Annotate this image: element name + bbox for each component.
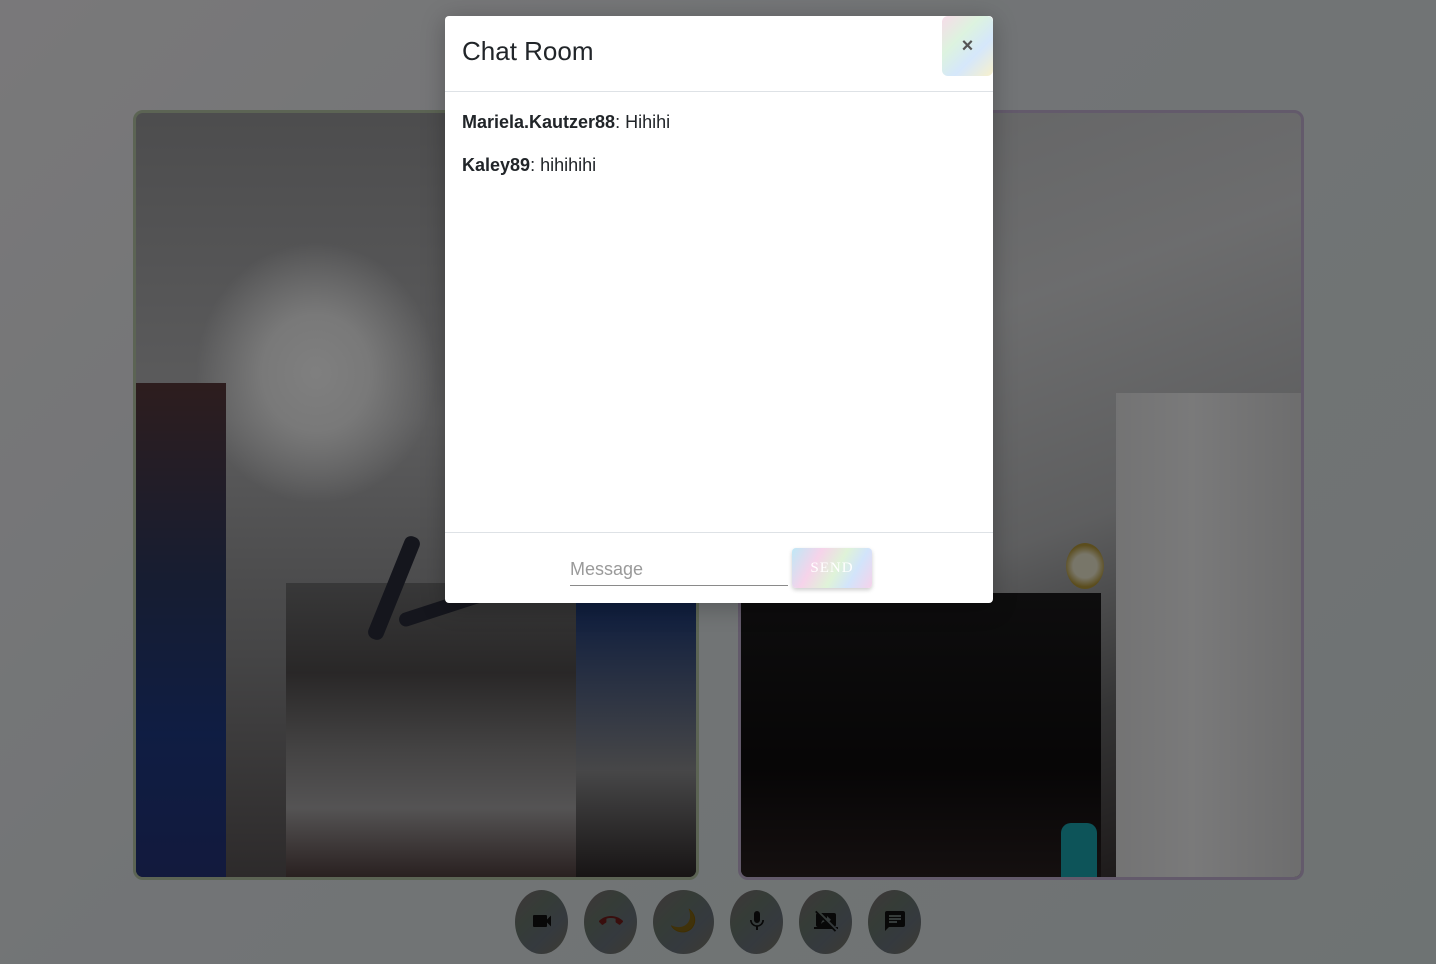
message-text: Hihihi xyxy=(625,112,671,132)
chat-message: Mariela.Kautzer88: Hihihi xyxy=(462,112,671,132)
modal-footer: SEND xyxy=(445,532,993,603)
send-button[interactable]: SEND xyxy=(792,548,872,588)
chat-room-modal: Chat Room × Mariela.Kautzer88: Hihihi Ka… xyxy=(445,16,993,603)
message-author: Mariela.Kautzer88 xyxy=(462,112,616,132)
message-author: Kaley89 xyxy=(462,155,531,175)
message-text: hihihihi xyxy=(540,155,597,175)
close-icon: × xyxy=(961,34,974,57)
close-button[interactable]: × xyxy=(942,16,993,76)
modal-header: Chat Room × xyxy=(445,16,993,92)
modal-title: Chat Room xyxy=(462,36,594,66)
chat-messages: Mariela.Kautzer88: Hihihi Kaley89: hihih… xyxy=(445,92,993,532)
message-input[interactable] xyxy=(570,553,788,586)
chat-message: Kaley89: hihihihi xyxy=(462,155,597,175)
